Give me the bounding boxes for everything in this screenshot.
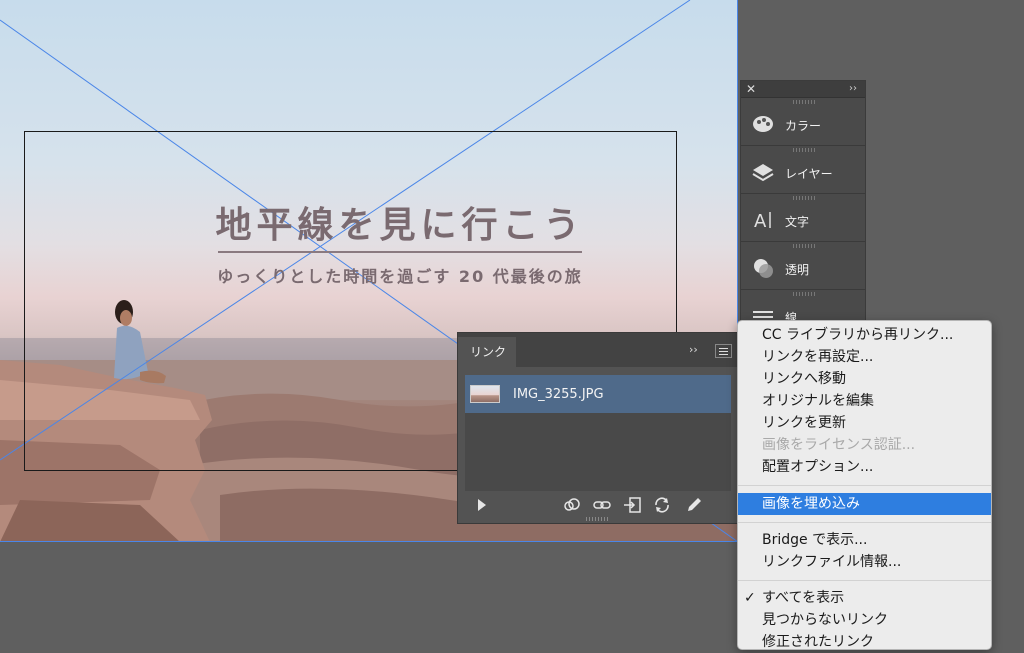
menu-item-reveal-in-bridge[interactable]: Bridge で表示... xyxy=(738,529,991,551)
menu-item-modified-links[interactable]: 修正されたリンク xyxy=(738,631,991,653)
cc-library-icon[interactable] xyxy=(562,495,582,515)
links-tabbar: リンク ›› xyxy=(458,333,737,367)
dock-item-color[interactable]: カラー xyxy=(741,98,865,146)
menu-separator xyxy=(738,522,991,523)
menu-item-missing-links[interactable]: 見つからないリンク xyxy=(738,609,991,631)
subline-text: ゆっくりとした時間を過ごす 20 代最後の旅 xyxy=(217,267,583,286)
list-item[interactable]: IMG_3255.JPG xyxy=(465,375,731,413)
menu-item-update-link[interactable]: リンクを更新 xyxy=(738,412,991,434)
dock-item-label: 透明 xyxy=(785,263,810,277)
checkmark-icon: ✓ xyxy=(744,590,756,606)
dock-item-label: カラー xyxy=(785,119,822,133)
svg-text:A: A xyxy=(754,211,767,232)
close-icon[interactable]: ✕ xyxy=(746,81,756,97)
transparency-icon xyxy=(754,259,773,278)
menu-item-label: すべてを表示 xyxy=(762,590,845,606)
menu-separator xyxy=(738,485,991,486)
menu-separator xyxy=(738,580,991,581)
menu-item-embed-image[interactable]: 画像を埋め込み xyxy=(738,493,991,515)
menu-item-goto-link[interactable]: リンクへ移動 xyxy=(738,368,991,390)
menu-item-show-all[interactable]: ✓ すべてを表示 xyxy=(738,587,991,609)
menu-item-link-file-info[interactable]: リンクファイル情報... xyxy=(738,551,991,573)
layers-icon xyxy=(752,164,774,182)
grip-icon xyxy=(793,148,815,152)
update-link-icon[interactable] xyxy=(652,495,672,515)
context-menu: CC ライブラリから再リンク... リンクを再設定... リンクへ移動 オリジナ… xyxy=(737,320,992,650)
grip-icon xyxy=(793,100,815,104)
links-panel: リンク ›› IMG_3255.JPG xyxy=(457,332,738,524)
headline-rule xyxy=(218,251,582,253)
panel-menu-icon[interactable] xyxy=(715,344,732,358)
thumbnail-icon xyxy=(470,385,500,403)
goto-link-icon[interactable] xyxy=(622,495,642,515)
menu-item-license-image: 画像をライセンス認証... xyxy=(762,437,916,453)
dock-item-label: レイヤー xyxy=(785,167,833,181)
menu-item-placement-options[interactable]: 配置オプション... xyxy=(738,456,991,478)
grip-icon xyxy=(793,196,815,200)
dock-item-character[interactable]: A 文字 xyxy=(741,194,865,242)
dock-item-label: 文字 xyxy=(785,215,810,229)
relink-icon[interactable] xyxy=(592,495,612,515)
grip-icon xyxy=(793,292,815,296)
collapse-icon[interactable]: ›› xyxy=(689,343,698,356)
dock-item-transparency[interactable]: 透明 xyxy=(741,242,865,290)
dock-item-layers[interactable]: レイヤー xyxy=(741,146,865,194)
link-file-name: IMG_3255.JPG xyxy=(513,387,604,402)
canvas-bottom-guide xyxy=(0,541,738,542)
panel-dock: ✕ ›› カラー レイヤー A 文字 透明 線 xyxy=(740,80,866,330)
edit-original-icon[interactable] xyxy=(684,495,704,515)
tab-links[interactable]: リンク xyxy=(458,337,516,367)
grip-icon xyxy=(793,244,815,248)
collapse-icon[interactable]: ›› xyxy=(849,81,857,97)
menu-item-relink[interactable]: リンクを再設定... xyxy=(738,346,991,368)
links-list: IMG_3255.JPG xyxy=(465,375,731,491)
headline-text: 地平線を見に行こう xyxy=(215,205,585,246)
grip-icon[interactable] xyxy=(586,517,608,521)
dock-header: ✕ ›› xyxy=(741,81,865,98)
play-icon[interactable] xyxy=(472,495,492,515)
palette-icon xyxy=(753,116,773,132)
menu-item-relink-cc[interactable]: CC ライブラリから再リンク... xyxy=(738,324,991,346)
menu-item-edit-original[interactable]: オリジナルを編集 xyxy=(738,390,991,412)
character-icon: A xyxy=(754,211,771,232)
